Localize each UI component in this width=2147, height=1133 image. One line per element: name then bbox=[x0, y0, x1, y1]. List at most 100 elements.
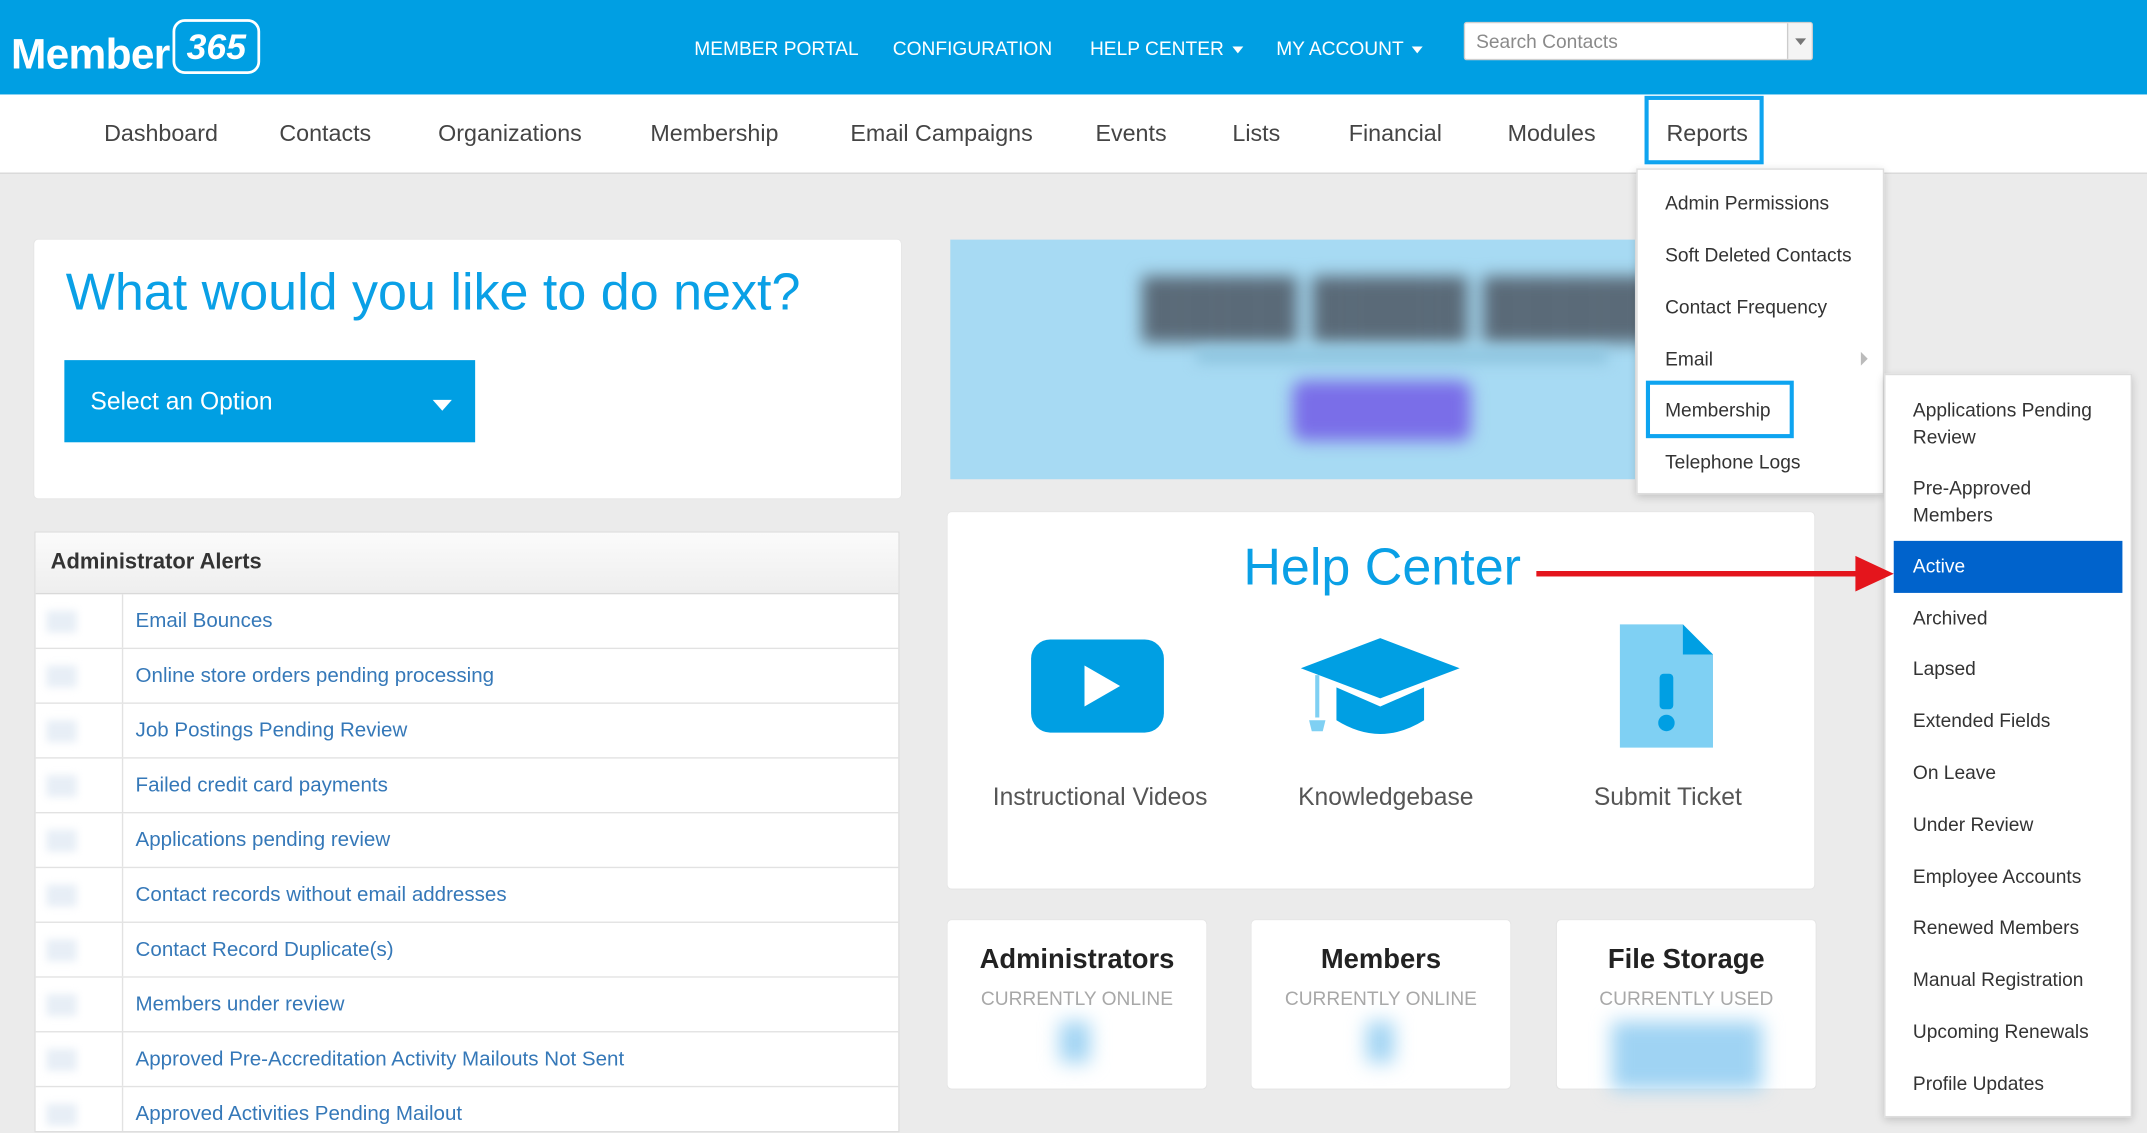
alert-count bbox=[36, 703, 124, 758]
my-account-menu[interactable]: MY ACCOUNT bbox=[1276, 37, 1423, 59]
alert-link[interactable]: Failed credit card payments bbox=[136, 774, 388, 797]
nav-modules[interactable]: Modules bbox=[1508, 120, 1596, 147]
submenu-extended-fields[interactable]: Extended Fields bbox=[1913, 707, 2050, 734]
submenu-lapsed[interactable]: Lapsed bbox=[1913, 655, 1976, 682]
submenu-upcoming-renewals[interactable]: Upcoming Renewals bbox=[1913, 1017, 2089, 1044]
alert-row: Contact records without email addresses bbox=[35, 868, 899, 923]
submenu-active[interactable]: Active bbox=[1893, 540, 2123, 593]
promo-banner[interactable]: ████ ████ ██████ bbox=[950, 239, 1635, 480]
alert-count bbox=[36, 813, 124, 867]
blurred-count bbox=[1059, 1021, 1090, 1063]
alerts-header: Administrator Alerts bbox=[35, 532, 899, 595]
alert-link[interactable]: Approved Activities Pending Mailout bbox=[136, 1102, 463, 1125]
help-center-card: Help Center Instructional Videos Knowled… bbox=[947, 512, 1815, 889]
submenu-under-review[interactable]: Under Review bbox=[1913, 811, 2033, 838]
search-dropdown-toggle[interactable] bbox=[1786, 23, 1812, 59]
alert-row: Job Postings Pending Review bbox=[35, 703, 899, 759]
nav-membership[interactable]: Membership bbox=[650, 120, 778, 147]
nav-financial[interactable]: Financial bbox=[1349, 120, 1442, 147]
menu-item-telephone-logs[interactable]: Telephone Logs bbox=[1665, 450, 1800, 472]
promo-blurred-headline: ████ ████ ██████ bbox=[1141, 277, 1635, 339]
submenu-manual-registration[interactable]: Manual Registration bbox=[1913, 965, 2083, 992]
alert-count bbox=[36, 594, 124, 648]
alert-link[interactable]: Approved Pre-Accreditation Activity Mail… bbox=[136, 1048, 625, 1071]
membership-submenu: Applications Pending Review Pre-Approved… bbox=[1884, 373, 2132, 1118]
blurred-count bbox=[1366, 1021, 1394, 1063]
alert-row: Online store orders pending processing bbox=[35, 649, 899, 704]
alert-row: Applications pending review bbox=[35, 813, 899, 869]
alert-row: Members under review bbox=[35, 977, 899, 1033]
alert-link[interactable]: Contact Record Duplicate(s) bbox=[136, 938, 394, 961]
help-center-menu[interactable]: HELP CENTER bbox=[1089, 36, 1244, 59]
alert-count bbox=[36, 1087, 124, 1132]
alert-link[interactable]: Job Postings Pending Review bbox=[136, 719, 408, 742]
reports-dropdown-menu: Admin Permissions Soft Deleted Contacts … bbox=[1636, 168, 1885, 495]
select-option-label: Select an Option bbox=[90, 387, 273, 415]
graduation-cap-icon[interactable] bbox=[1298, 635, 1462, 751]
alert-count bbox=[36, 922, 124, 977]
alert-link[interactable]: Contact records without email addresses bbox=[136, 883, 507, 906]
annotation-arrow-icon bbox=[1855, 555, 1894, 592]
chevron-right-icon bbox=[1860, 351, 1868, 366]
search-contacts-input[interactable] bbox=[1465, 23, 1789, 59]
submenu-employee-accounts[interactable]: Employee Accounts bbox=[1913, 863, 2081, 890]
member-portal-link[interactable]: MEMBER PORTAL bbox=[694, 37, 858, 59]
caret-down-icon bbox=[1411, 46, 1423, 54]
menu-item-contact-frequency[interactable]: Contact Frequency bbox=[1665, 296, 1827, 318]
caret-down-icon bbox=[1232, 46, 1244, 54]
reports-highlight-box bbox=[1644, 95, 1764, 165]
administrators-online-card: Administrators CURRENTLY ONLINE bbox=[947, 920, 1207, 1089]
alert-link[interactable]: Email Bounces bbox=[136, 609, 273, 632]
alert-count bbox=[36, 758, 124, 812]
nav-events[interactable]: Events bbox=[1095, 120, 1166, 147]
alert-link[interactable]: Members under review bbox=[136, 993, 345, 1016]
nav-organizations[interactable]: Organizations bbox=[438, 120, 582, 147]
blurred-storage-value bbox=[1611, 1021, 1763, 1090]
logo-text: Member bbox=[10, 30, 170, 79]
alert-row: Contact Record Duplicate(s) bbox=[35, 922, 899, 978]
submenu-applications-pending-review[interactable]: Applications Pending Review bbox=[1913, 396, 2105, 451]
help-center-title: Help Center bbox=[1243, 539, 1521, 598]
nav-lists[interactable]: Lists bbox=[1232, 120, 1280, 147]
caret-down-icon bbox=[1795, 38, 1807, 46]
my-account-label: MY ACCOUNT bbox=[1276, 36, 1404, 59]
submenu-pre-approved-members[interactable]: Pre-Approved Members bbox=[1913, 474, 2050, 529]
alert-count bbox=[36, 868, 124, 922]
select-option-dropdown[interactable]: Select an Option bbox=[64, 360, 476, 443]
members-subtitle: CURRENTLY ONLINE bbox=[1284, 987, 1477, 1010]
menu-item-soft-deleted-contacts[interactable]: Soft Deleted Contacts bbox=[1665, 244, 1851, 266]
nav-dashboard[interactable]: Dashboard bbox=[104, 120, 218, 147]
annotation-arrow-line bbox=[1536, 570, 1865, 577]
promo-blurred-button[interactable] bbox=[1292, 380, 1471, 441]
next-action-title: What would you like to do next? bbox=[65, 264, 801, 322]
alert-row: Approved Activities Pending Mailout bbox=[36, 1087, 899, 1132]
nav-contacts[interactable]: Contacts bbox=[279, 120, 371, 147]
nav-email-campaigns[interactable]: Email Campaigns bbox=[850, 120, 1032, 147]
search-contacts-box bbox=[1463, 21, 1813, 61]
alert-row: Email Bounces bbox=[35, 594, 899, 650]
alert-row: Approved Pre-Accreditation Activity Mail… bbox=[35, 1032, 899, 1088]
menu-item-email[interactable]: Email bbox=[1665, 348, 1713, 370]
help-center-label: HELP CENTER bbox=[1089, 36, 1224, 59]
submenu-renewed-members[interactable]: Renewed Members bbox=[1913, 913, 2079, 940]
caret-down-icon bbox=[432, 399, 452, 411]
alert-link[interactable]: Applications pending review bbox=[136, 828, 391, 851]
file-storage-subtitle: CURRENTLY USED bbox=[1599, 987, 1774, 1010]
alert-count bbox=[36, 1032, 124, 1086]
youtube-play-icon[interactable] bbox=[1030, 638, 1167, 734]
submit-ticket-link[interactable]: Submit Ticket bbox=[1594, 783, 1742, 812]
knowledgebase-link[interactable]: Knowledgebase bbox=[1298, 783, 1473, 812]
file-storage-card: File Storage CURRENTLY USED bbox=[1556, 920, 1816, 1090]
submenu-archived[interactable]: Archived bbox=[1913, 604, 1988, 631]
configuration-link[interactable]: CONFIGURATION bbox=[893, 37, 1052, 59]
submenu-on-leave[interactable]: On Leave bbox=[1913, 759, 1996, 786]
alert-row: Failed credit card payments bbox=[35, 758, 899, 814]
alerts-title: Administrator Alerts bbox=[50, 550, 262, 574]
members-title: Members bbox=[1320, 944, 1442, 975]
instructional-videos-link[interactable]: Instructional Videos bbox=[993, 783, 1208, 812]
promo-blurred-subtext bbox=[1196, 349, 1608, 363]
submit-ticket-document-icon[interactable] bbox=[1617, 622, 1716, 751]
submenu-profile-updates[interactable]: Profile Updates bbox=[1913, 1069, 2044, 1096]
alert-link[interactable]: Online store orders pending processing bbox=[136, 664, 495, 687]
menu-item-admin-permissions[interactable]: Admin Permissions bbox=[1665, 192, 1829, 214]
